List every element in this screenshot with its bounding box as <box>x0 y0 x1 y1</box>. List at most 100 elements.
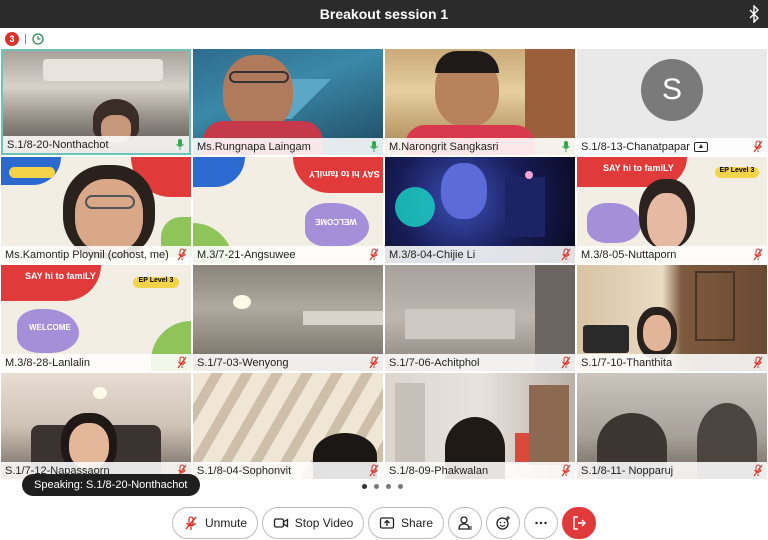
participant-name: S.1/7-03-Wenyong <box>197 356 289 369</box>
mic-muted-icon <box>561 356 571 369</box>
participant-name: S.1/8-04-Sophonvit <box>197 464 292 477</box>
participant-name-label: S.1/8-13-Chanatpapar <box>577 138 767 155</box>
mic-muted-icon <box>369 248 379 261</box>
mic-muted-icon <box>177 356 187 369</box>
status-row: 3 <box>0 30 768 48</box>
mic-muted-icon <box>753 356 763 369</box>
participant-name-label: S.1/7-06-Achitphol <box>385 354 575 371</box>
participant-name: S.1/8-09-Phakwalan <box>389 464 489 477</box>
participant-tile[interactable]: SAY hi to famiLY EP Level 3 M.3/8-05-Nut… <box>577 157 767 263</box>
clock-icon[interactable] <box>32 33 44 45</box>
window-title: Breakout session 1 <box>319 6 449 22</box>
participant-name: Ms.Kamontip Ploynil (cohost, me) <box>5 248 169 261</box>
divider <box>25 34 26 44</box>
bluetooth-icon <box>749 5 759 23</box>
participant-tile[interactable]: M.Narongrit Sangkasri <box>385 49 575 155</box>
participant-tile[interactable]: S.1/8-20-Nonthachot <box>1 49 191 155</box>
mic-muted-icon <box>561 464 571 477</box>
participant-name: M.3/8-04-Chijie Li <box>389 248 476 261</box>
slide-text: SAY hi to famiLY <box>25 271 96 281</box>
mic-on-icon <box>176 139 184 150</box>
participant-tile[interactable]: SAY hi to famiLY EP Level 3 WELCOME M.3/… <box>1 265 191 371</box>
page-dot[interactable] <box>398 484 403 489</box>
notification-badge[interactable]: 3 <box>5 32 19 46</box>
more-icon <box>535 521 547 525</box>
participant-name-label: S.1/8-09-Phakwalan <box>385 462 575 479</box>
participant-tile[interactable]: S.1/7-10-Thanthita <box>577 265 767 371</box>
participant-name: M.3/8-28-Lanlalin <box>5 356 90 369</box>
participant-tile[interactable]: S S.1/8-13-Chanatpapar <box>577 49 767 155</box>
participant-tile[interactable]: S.1/7-12-Napassaorn <box>1 373 191 479</box>
mic-muted-icon <box>753 140 763 153</box>
stop-video-button[interactable]: Stop Video <box>262 507 364 539</box>
page-dot[interactable] <box>374 484 379 489</box>
participant-tile[interactable]: Ms.Rungnapa Laingam <box>193 49 383 155</box>
avatar: S <box>641 59 703 121</box>
participant-name: M.Narongrit Sangkasri <box>389 140 499 153</box>
participant-name-label: S.1/7-03-Wenyong <box>193 354 383 371</box>
share-button[interactable]: Share <box>368 507 444 539</box>
participant-name: S.1/7-10-Thanthita <box>581 356 673 369</box>
active-speaker-indicator: Speaking: S.1/8-20-Nonthachot <box>22 474 200 496</box>
participant-tile[interactable]: S.1/8-09-Phakwalan <box>385 373 575 479</box>
share-screen-icon <box>379 517 395 529</box>
participant-name-label: M.3/7-21-Angsuwee <box>193 246 383 263</box>
stop-video-label: Stop Video <box>294 516 354 530</box>
screen-share-icon <box>693 141 708 152</box>
mic-muted-icon <box>369 464 379 477</box>
participants-button[interactable] <box>448 507 482 539</box>
participant-name: S.1/8-20-Nonthachot <box>7 138 109 151</box>
mic-on-icon <box>370 141 378 152</box>
more-options-button[interactable] <box>524 507 558 539</box>
participant-name-label: M.3/8-04-Chijie Li <box>385 246 575 263</box>
meeting-controls: Unmute Stop Video Share <box>0 506 768 540</box>
participant-name-label: Ms.Rungnapa Laingam <box>193 138 383 155</box>
mic-muted-icon <box>753 248 763 261</box>
participant-tile[interactable]: Ms.Kamontip Ploynil (cohost, me) <box>1 157 191 263</box>
participant-name-label: S.1/7-10-Thanthita <box>577 354 767 371</box>
participant-name: M.3/8-05-Nuttaporn <box>581 248 677 261</box>
participant-tile[interactable]: M.3/8-04-Chijie Li <box>385 157 575 263</box>
participant-name: M.3/7-21-Angsuwee <box>197 248 296 261</box>
title-bar: Breakout session 1 <box>0 0 768 28</box>
participant-tile[interactable]: S.1/7-03-Wenyong <box>193 265 383 371</box>
participant-name: S.1/8-13-Chanatpapar <box>581 140 690 153</box>
mic-muted-icon <box>185 516 197 530</box>
unmute-label: Unmute <box>204 516 248 530</box>
slide-text: SAY hi to famiLY <box>603 163 674 173</box>
share-label: Share <box>400 516 434 530</box>
mic-on-icon <box>562 141 570 152</box>
slide-welcome: WELCOME <box>29 323 71 332</box>
video-camera-icon <box>273 518 288 528</box>
page-dot[interactable] <box>362 484 367 489</box>
reactions-button[interactable] <box>486 507 520 539</box>
mic-muted-icon <box>177 248 187 261</box>
participant-tile[interactable]: S.1/7-06-Achitphol <box>385 265 575 371</box>
participant-name: S.1/8-11- Nopparuj <box>581 464 674 477</box>
participant-name: Ms.Rungnapa Laingam <box>197 140 311 153</box>
mic-muted-icon <box>561 248 571 261</box>
page-dot[interactable] <box>386 484 391 489</box>
participant-tile[interactable]: S.1/8-11- Nopparuj <box>577 373 767 479</box>
slide-welcome: WELCOME <box>315 217 357 226</box>
participant-name-label: M.3/8-05-Nuttaporn <box>577 246 767 263</box>
mic-muted-icon <box>753 464 763 477</box>
slide-tag: EP Level 3 <box>133 277 179 288</box>
participant-name-label: M.3/8-28-Lanlalin <box>1 354 191 371</box>
participant-tile[interactable]: S.1/8-04-Sophonvit <box>193 373 383 479</box>
participant-name-label: S.1/8-20-Nonthachot <box>3 136 189 153</box>
participants-icon <box>458 516 472 530</box>
slide-text: SAY hi to famiLY <box>309 169 380 179</box>
participant-name-label: S.1/8-04-Sophonvit <box>193 462 383 479</box>
leave-meeting-button[interactable] <box>562 507 596 539</box>
mic-muted-icon <box>369 356 379 369</box>
participant-tile[interactable]: SAY hi to famiLY WELCOME M.3/7-21-Angsuw… <box>193 157 383 263</box>
participant-name-label: M.Narongrit Sangkasri <box>385 138 575 155</box>
page-indicator[interactable] <box>362 484 403 489</box>
exit-icon <box>573 516 586 530</box>
slide-tag: EP Level 3 <box>715 167 759 178</box>
unmute-button[interactable]: Unmute <box>172 507 258 539</box>
participant-name-label: Ms.Kamontip Ploynil (cohost, me) <box>1 246 191 263</box>
participant-name-label: S.1/8-11- Nopparuj <box>577 462 767 479</box>
emoji-icon <box>496 516 510 530</box>
